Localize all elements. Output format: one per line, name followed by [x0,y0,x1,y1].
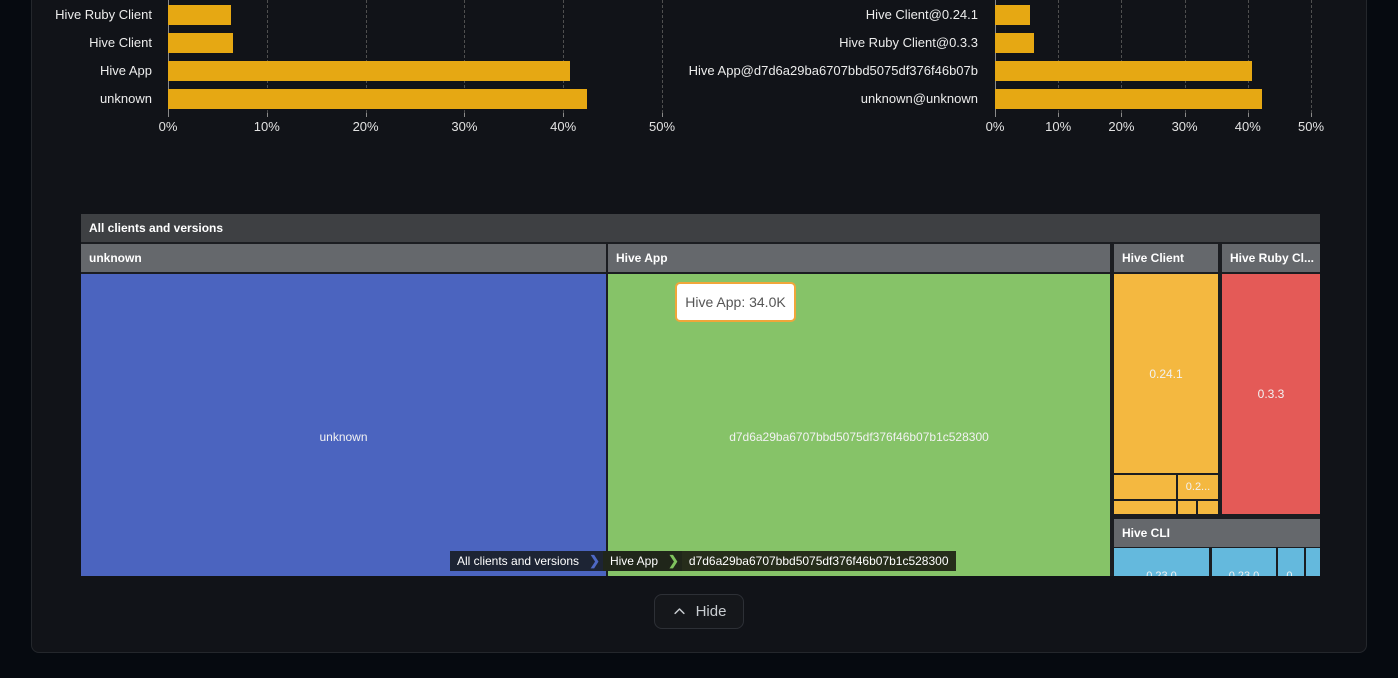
treemap-node-hive-client-0-2[interactable]: 0.2... [1178,475,1218,499]
bar[interactable] [168,5,231,25]
tick-mark [1311,113,1312,117]
tick-mark [464,113,465,117]
category-axis-labels: Hive Client@0.24.1Hive Ruby Client@0.3.3… [640,1,986,113]
treemap-header-hive-cli[interactable]: Hive CLI [1114,519,1320,547]
breadcrumb-hash[interactable]: d7d6a29ba6707bbd5075df376f46b07b1c528300 [682,551,956,571]
category-label: unknown@unknown [640,85,986,113]
x-tick-label: 10% [1028,119,1088,134]
x-tick-label: 30% [434,119,494,134]
category-label: Hive Ruby Client [0,1,160,29]
treemap-node-hive-cli-0-23-0[interactable]: 0.23.0 [1114,548,1209,576]
chevron-up-icon [672,604,687,619]
chevron-right-icon: ❯ [665,551,682,571]
bar[interactable] [168,61,570,81]
tick-mark [662,113,663,117]
x-tick-label: 20% [1091,119,1151,134]
category-label: Hive Client [0,29,160,57]
category-label: Hive App@d7d6a29ba6707bbd5075df376f46b07… [640,57,986,85]
treemap-node-hive-cli-sub[interactable] [1306,548,1320,576]
category-label: Hive Client@0.24.1 [640,1,986,29]
treemap-node-hive-client-0-24-1[interactable]: 0.24.1 [1114,274,1218,473]
breadcrumb-root[interactable]: All clients and versions [450,551,586,571]
treemap-title[interactable]: All clients and versions [81,214,1320,242]
treemap-node-hive-cli-0-23-0[interactable]: 0.23.0 [1212,548,1276,576]
x-tick-label: 40% [1218,119,1278,134]
breadcrumb: All clients and versions ❯ Hive App ❯ d7… [450,551,956,571]
chevron-right-icon: ❯ [586,551,603,571]
treemap-node-hive-client-sub[interactable] [1114,501,1176,514]
bar[interactable] [995,5,1030,25]
bar[interactable] [995,89,1262,109]
x-tick-label: 50% [1281,119,1341,134]
hide-button[interactable]: Hide [654,594,745,629]
category-axis-labels: Hive Ruby ClientHive ClientHive Appunkno… [0,1,160,113]
treemap-node-hive-client-sub[interactable] [1114,475,1176,499]
treemap-node-hive-client-sub[interactable] [1178,501,1196,514]
treemap-header-hive-ruby-client[interactable]: Hive Ruby Cl... [1222,244,1320,272]
bar[interactable] [995,61,1252,81]
x-tick-label: 0% [965,119,1025,134]
bar[interactable] [995,33,1034,53]
tick-mark [1121,113,1122,117]
plot-area: 0%10%20%30%40%50% [168,0,662,113]
tick-mark [563,113,564,117]
gridline [1311,0,1312,113]
treemap-tooltip: Hive App: 34.0K [675,282,796,322]
tick-mark [1185,113,1186,117]
category-label: Hive App [0,57,160,85]
x-tick-label: 0% [138,119,198,134]
tick-mark [267,113,268,117]
category-label: unknown [0,85,160,113]
bar[interactable] [168,33,233,53]
tick-mark [366,113,367,117]
bar[interactable] [168,89,587,109]
x-tick-label: 40% [533,119,593,134]
treemap-node-unknown[interactable]: unknown [81,274,606,576]
panel-footer: Hide [31,594,1367,629]
treemap-node-hive-cli-0[interactable]: 0. [1278,548,1304,576]
treemap-clients-versions: All clients and versions unknown unknown… [81,214,1320,576]
tick-mark [1248,113,1249,117]
x-tick-label: 50% [632,119,692,134]
x-tick-label: 20% [336,119,396,134]
breadcrumb-hive-app[interactable]: Hive App [603,551,665,571]
x-tick-label: 30% [1155,119,1215,134]
hide-button-label: Hide [696,603,727,620]
treemap-header-hive-client[interactable]: Hive Client [1114,244,1218,272]
plot-area: 0%10%20%30%40%50% [995,0,1311,113]
tick-mark [1058,113,1059,117]
treemap-header-unknown[interactable]: unknown [81,244,606,272]
x-tick-label: 10% [237,119,297,134]
treemap-node-hive-client-sub[interactable] [1198,501,1218,514]
category-label: Hive Ruby Client@0.3.3 [640,29,986,57]
treemap-header-hive-app[interactable]: Hive App [608,244,1110,272]
treemap-node-hive-ruby-0-3-3[interactable]: 0.3.3 [1222,274,1320,514]
